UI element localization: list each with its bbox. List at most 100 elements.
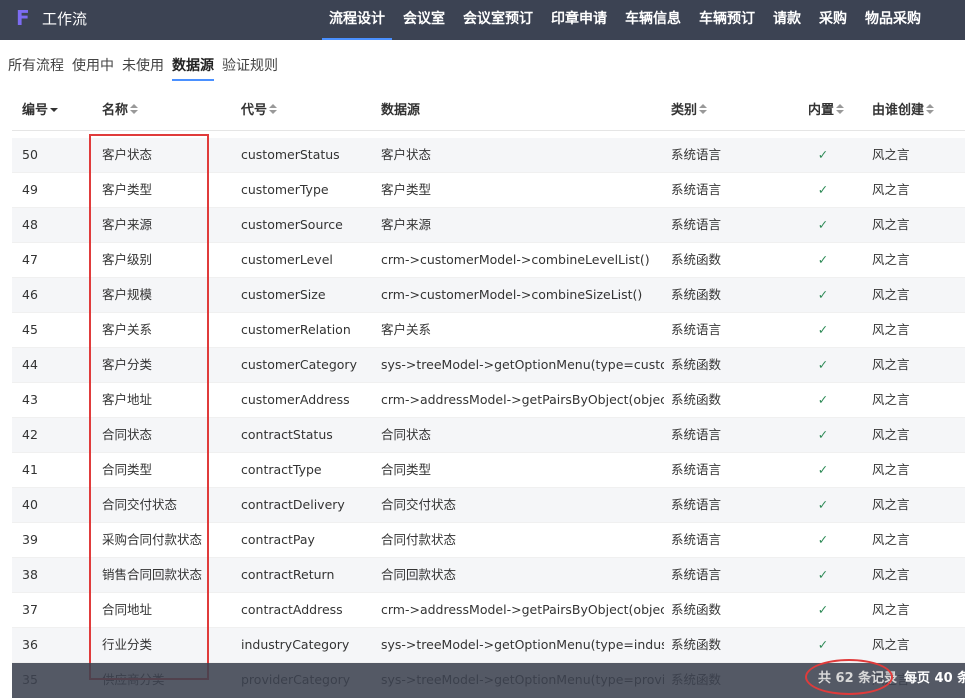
cell-id: 39 (22, 532, 38, 547)
header-source: 数据源 (381, 103, 421, 118)
cell-source: sys->treeModel->getOptionMenu(type=indus… (381, 637, 664, 652)
table-row[interactable]: 40 合同交付状态 contractDelivery 合同交付状态 系统语言 ✓ 风之言 (12, 488, 965, 523)
table-row[interactable]: 50 客户状态 customerStatus 客户状态 系统语言 ✓ 风之言 (12, 138, 965, 173)
cell-name: 客户关系 (102, 322, 153, 337)
top-nav: 流程设计 会议室 会议室预订 印章申请 车辆信息 车辆预订 请款 采购 物品采购 (322, 0, 932, 40)
table-header: 编号 名称 代号 数据源 类别 内置 由谁创建 (12, 92, 965, 131)
sort-icon (836, 104, 845, 116)
subnav-validation-rules[interactable]: 验证规则 (222, 55, 278, 81)
table-row[interactable]: 38 销售合同回款状态 contractReturn 合同回款状态 系统语言 ✓ 风之言 (12, 558, 965, 593)
cell-source: 客户类型 (381, 182, 432, 197)
cell-code: customerAddress (241, 392, 350, 407)
table-row[interactable]: 41 合同类型 contractType 合同类型 系统语言 ✓ 风之言 (12, 453, 965, 488)
cell-source: 合同类型 (381, 462, 432, 477)
cell-name: 客户规模 (102, 287, 153, 302)
cell-name: 销售合同回款状态 (102, 567, 203, 582)
cell-creator: 风之言 (872, 147, 910, 162)
table-row[interactable]: 42 合同状态 contractStatus 合同状态 系统语言 ✓ 风之言 (12, 418, 965, 453)
nav-vehicle-info[interactable]: 车辆信息 (618, 0, 688, 38)
check-icon: ✓ (817, 357, 829, 372)
check-icon: ✓ (817, 532, 829, 547)
cell-code: contractAddress (241, 602, 343, 617)
table-row[interactable]: 45 客户关系 customerRelation 客户关系 系统语言 ✓ 风之言 (12, 313, 965, 348)
table-row[interactable]: 47 客户级别 customerLevel crm->customerModel->c… (12, 243, 965, 278)
nav-payment-request[interactable]: 请款 (766, 0, 808, 38)
cell-id: 36 (22, 637, 38, 652)
cell-source: 客户状态 (381, 147, 432, 162)
cell-source: 客户来源 (381, 217, 432, 232)
cell-code: customerSource (241, 217, 343, 232)
cell-code: customerType (241, 182, 329, 197)
cell-name: 客户状态 (102, 147, 153, 162)
check-icon: ✓ (817, 462, 829, 477)
cell-type: 系统函数 (671, 602, 722, 617)
cell-source: 合同付款状态 (381, 532, 457, 547)
nav-flow-design[interactable]: 流程设计 (322, 0, 392, 40)
cell-id: 41 (22, 462, 38, 477)
header-name[interactable]: 名称 (102, 92, 230, 130)
nav-seal-request[interactable]: 印章申请 (544, 0, 614, 38)
app-title[interactable]: 工作流 (42, 9, 87, 29)
table-row[interactable]: 49 客户类型 customerType 客户类型 系统语言 ✓ 风之言 (12, 173, 965, 208)
cell-id: 48 (22, 217, 38, 232)
table-row[interactable]: 46 客户规模 customerSize crm->customerModel->co… (12, 278, 965, 313)
header-creator[interactable]: 由谁创建 (872, 92, 962, 130)
cell-source: crm->addressModel->getPairsByObject(obje… (381, 602, 664, 617)
cell-source: crm->customerModel->combineLevelList() (381, 252, 650, 267)
check-icon: ✓ (817, 322, 829, 337)
cell-creator: 风之言 (872, 322, 910, 337)
cell-id: 42 (22, 427, 38, 442)
cell-name: 客户级别 (102, 252, 153, 267)
table-row[interactable]: 48 客户来源 customerSource 客户来源 系统语言 ✓ 风之言 (12, 208, 965, 243)
subnav-in-use[interactable]: 使用中 (72, 55, 114, 81)
header-builtin[interactable]: 内置 (808, 92, 845, 130)
table-body: 50 客户状态 customerStatus 客户状态 系统语言 ✓ 风之言 49 客户类型 cu… (12, 138, 965, 698)
cell-code: customerLevel (241, 252, 333, 267)
check-icon: ✓ (817, 427, 829, 442)
cell-type: 系统函数 (671, 287, 722, 302)
nav-purchase[interactable]: 采购 (812, 0, 854, 38)
check-icon: ✓ (817, 217, 829, 232)
pager-per-page[interactable]: 每页 40 条 (904, 663, 965, 695)
check-icon: ✓ (817, 182, 829, 197)
subnav-unused[interactable]: 未使用 (122, 55, 164, 81)
nav-vehicle-booking[interactable]: 车辆预订 (692, 0, 762, 38)
cell-creator: 风之言 (872, 497, 910, 512)
sort-icon (926, 104, 935, 116)
nav-goods-purchase[interactable]: 物品采购 (858, 0, 928, 38)
cell-creator: 风之言 (872, 427, 910, 442)
cell-source: 客户关系 (381, 322, 432, 337)
subnav-all-flows[interactable]: 所有流程 (8, 55, 64, 81)
table-row[interactable]: 39 采购合同付款状态 contractPay 合同付款状态 系统语言 ✓ 风之言 (12, 523, 965, 558)
nav-meeting-room[interactable]: 会议室 (396, 0, 452, 38)
cell-name: 合同地址 (102, 602, 153, 617)
datasource-table: 编号 名称 代号 数据源 类别 内置 由谁创建 50 客户状态 customerSt… (12, 92, 965, 698)
sub-nav: 所有流程 使用中 未使用 数据源 验证规则 (0, 55, 278, 81)
nav-meeting-booking[interactable]: 会议室预订 (456, 0, 540, 38)
cell-code: contractDelivery (241, 497, 345, 512)
cell-id: 46 (22, 287, 38, 302)
cell-creator: 风之言 (872, 602, 910, 617)
header-type[interactable]: 类别 (671, 92, 751, 130)
cell-creator: 风之言 (872, 462, 910, 477)
check-icon: ✓ (817, 497, 829, 512)
header-id[interactable]: 编号 (22, 92, 82, 130)
cell-name: 采购合同付款状态 (102, 532, 203, 547)
cell-code: customerCategory (241, 357, 357, 372)
table-row[interactable]: 36 行业分类 industryCategory sys->treeModel->ge… (12, 628, 965, 663)
cell-type: 系统语言 (671, 497, 722, 512)
cell-id: 50 (22, 147, 38, 162)
cell-id: 37 (22, 602, 38, 617)
table-row[interactable]: 44 客户分类 customerCategory sys->treeModel->ge… (12, 348, 965, 383)
header-code[interactable]: 代号 (241, 92, 371, 130)
sort-icon (130, 104, 139, 116)
table-row[interactable]: 37 合同地址 contractAddress crm->addressModel->… (12, 593, 965, 628)
cell-type: 系统语言 (671, 147, 722, 162)
subnav-datasource[interactable]: 数据源 (172, 55, 214, 81)
cell-source: 合同回款状态 (381, 567, 457, 582)
cell-code: contractPay (241, 532, 315, 547)
cell-source: 合同交付状态 (381, 497, 457, 512)
cell-type: 系统语言 (671, 532, 722, 547)
table-row[interactable]: 43 客户地址 customerAddress crm->addressModel->… (12, 383, 965, 418)
cell-creator: 风之言 (872, 392, 910, 407)
